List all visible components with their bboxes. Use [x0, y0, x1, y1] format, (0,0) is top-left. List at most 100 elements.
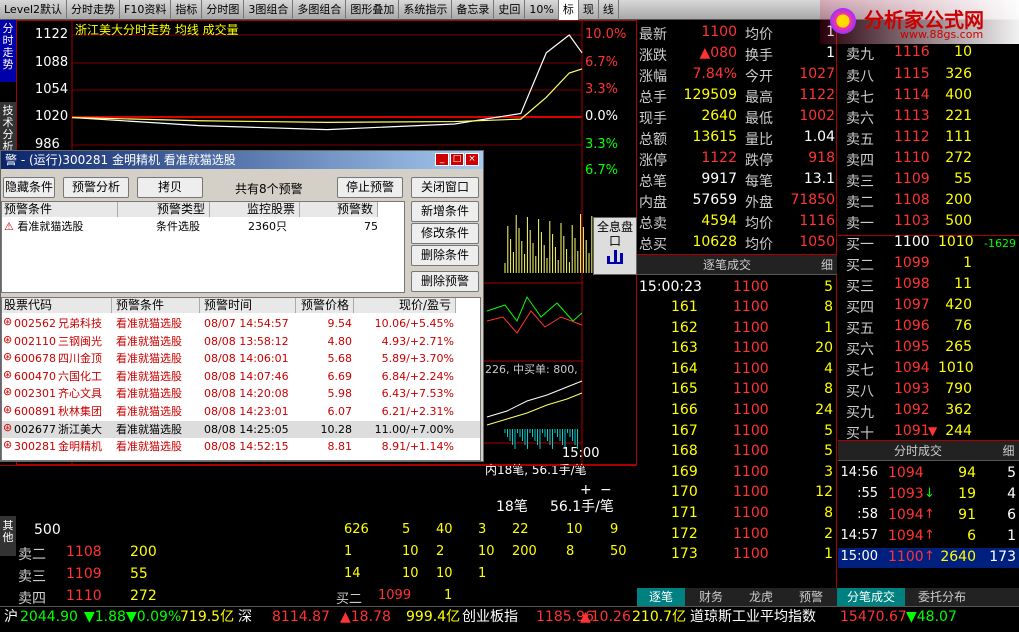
- book-label: 买五: [846, 321, 874, 337]
- toolbar-item[interactable]: 标: [558, 0, 579, 20]
- tick-header[interactable]: 逐笔成交: [637, 255, 817, 275]
- tick-seq: 164: [671, 360, 698, 377]
- column-header[interactable]: 现价/盈亏: [354, 298, 456, 313]
- toolbar-item[interactable]: 系统指示: [399, 0, 453, 20]
- book-price: 1115: [894, 66, 930, 82]
- toolbar-item[interactable]: 现: [579, 0, 599, 20]
- copy-button[interactable]: 拷贝: [137, 177, 203, 198]
- table-row[interactable]: ⊛ 600678 四川金顶 看准就猫选股 08/08 14:06:01 5.68 5.89/…: [2, 350, 480, 367]
- tick-seq: 172: [671, 525, 698, 542]
- toolbar-item[interactable]: 分时图: [202, 0, 245, 20]
- quote-value: 1050: [799, 234, 835, 250]
- column-header[interactable]: 监控股票: [210, 202, 300, 217]
- tick-panel[interactable]: 逐笔成交 细 15:00:23 1100 5 161 1100 8 162 1100 1 163 1…: [637, 254, 837, 590]
- book-price: 1109: [66, 566, 102, 582]
- tick-detail-button[interactable]: 细: [817, 255, 837, 275]
- down-arrow-icon: ↓: [924, 486, 935, 501]
- tab-intraday[interactable]: 分时走势: [0, 20, 16, 82]
- toolbar-item[interactable]: Level2默认: [0, 0, 68, 20]
- bottom-tab[interactable]: 逐笔: [637, 588, 685, 606]
- bottom-tab[interactable]: 分笔成交: [837, 588, 905, 606]
- table-row[interactable]: ⊛ 300281 金明精机 看准就猫选股 08/08 14:52:15 8.81 8.91/…: [2, 438, 480, 455]
- book-price: 1094: [894, 360, 930, 376]
- tick-seq: 163: [671, 340, 698, 357]
- column-header[interactable]: 预警价格: [296, 298, 354, 313]
- book-label: 卖八: [846, 69, 874, 85]
- minute-time: 15:00: [840, 549, 878, 564]
- bottom-tab[interactable]: 龙虎: [737, 588, 785, 606]
- book-label: 买一: [846, 237, 874, 253]
- current-price-pnl: 6.43/+7.53%: [381, 387, 454, 401]
- order-book[interactable]: 卖九 1116 10 卖八 1115 326 卖七 1114 400 卖六 1113 221 卖五 111…: [838, 20, 1019, 442]
- column-header[interactable]: 股票代码: [2, 298, 112, 313]
- add-condition-button[interactable]: 新增条件: [411, 201, 479, 222]
- hide-conditions-button[interactable]: 隐藏条件: [3, 177, 55, 198]
- minute-trades-header[interactable]: 分时成交: [838, 441, 998, 461]
- book-label: 卖三: [846, 174, 874, 190]
- book-price: 1099: [894, 255, 930, 271]
- tab-other[interactable]: 其他: [0, 516, 16, 556]
- table-row[interactable]: ⊛ 002677 浙江美大 看准就猫选股 08/08 14:25:05 10.28 11.0…: [2, 420, 480, 438]
- column-header[interactable]: 预警条件: [112, 298, 200, 313]
- minute-time: 14:56: [840, 465, 878, 480]
- bottom-tab[interactable]: 预警: [787, 588, 835, 606]
- delete-condition-button[interactable]: 删除条件: [411, 245, 479, 266]
- toolbar-item[interactable]: 史回: [494, 0, 526, 20]
- condition-name: 看准就猫选股: [17, 220, 84, 233]
- column-header[interactable]: 预警数: [300, 202, 378, 217]
- bottom-tab[interactable]: 委托分布: [907, 588, 977, 606]
- panel-button[interactable]: 全息盘口: [593, 217, 637, 275]
- book-volume: 790: [945, 381, 972, 397]
- column-header[interactable]: 预警条件: [2, 202, 118, 217]
- table-row[interactable]: ⊛ 002562 兄弟科技 看准就猫选股 08/07 14:54:57 9.54 10.06…: [2, 315, 480, 332]
- alert-analysis-button[interactable]: 预警分析: [63, 177, 129, 198]
- toolbar-item[interactable]: 分时走势: [67, 0, 121, 20]
- quote-label: 最新: [639, 27, 667, 43]
- minus-button[interactable]: −: [600, 482, 612, 498]
- close-button[interactable]: ×: [465, 153, 479, 166]
- stop-alert-button[interactable]: 停止预警: [337, 177, 403, 198]
- table-row[interactable]: ⊛ 600891 秋林集团 看准就猫选股 08/08 14:23:01 6.07 6.21/…: [2, 403, 480, 420]
- table-row[interactable]: ⊛ 600470 六国化工 看准就猫选股 08/08 14:07:46 6.69 6.84/…: [2, 368, 480, 385]
- quote-label: 内盘: [639, 195, 667, 211]
- toolbar-item[interactable]: 指标: [171, 0, 203, 20]
- toolbar-item[interactable]: 线: [599, 0, 619, 20]
- minute-detail-button[interactable]: 细: [998, 441, 1019, 461]
- book-label: 卖二: [846, 195, 874, 211]
- book-label: 买四: [846, 300, 874, 316]
- sz-change: ▲18.78: [340, 609, 391, 625]
- alert-window[interactable]: 警 - (运行)300281 金明精机 看准就猫选股 _ □ × 隐藏条件 预警…: [0, 150, 484, 462]
- toolbar-item[interactable]: 备忘录: [452, 0, 495, 20]
- toolbar-item[interactable]: 图形叠加: [346, 0, 400, 20]
- toolbar-item[interactable]: 3图组合: [244, 0, 294, 20]
- tick-seq: 166: [671, 402, 698, 418]
- cy-label: 创业板指: [462, 609, 518, 625]
- column-header[interactable]: 预警时间: [200, 298, 296, 313]
- tick-seq: 165: [671, 381, 698, 398]
- toolbar-item[interactable]: 10%: [525, 0, 559, 20]
- minute-trades-panel[interactable]: 分时成交 细 14:56 1094 94 5:55 1093 ↓ 19 4:58 1094 ↑ 91…: [838, 440, 1019, 590]
- minimize-button[interactable]: _: [435, 153, 449, 166]
- tick-volume: 8: [824, 505, 833, 521]
- maximize-button[interactable]: □: [450, 153, 464, 166]
- tick-seq: 168: [671, 443, 698, 460]
- book-price: 1096: [894, 318, 930, 334]
- bottom-tab[interactable]: 财务: [687, 588, 735, 606]
- grid-cell: 1: [478, 566, 487, 581]
- table-row[interactable]: ⊛ 002301 齐心文具 看准就猫选股 08/08 14:20:08 5.98 6.43/…: [2, 385, 480, 402]
- edit-condition-button[interactable]: 修改条件: [411, 223, 479, 244]
- tick-price: 1100: [733, 279, 769, 295]
- book-volume: 272: [945, 150, 972, 166]
- table-row[interactable]: ⚠ 看准就猫选股: [4, 218, 83, 235]
- column-header[interactable]: 预警类型: [118, 202, 210, 217]
- plus-button[interactable]: +: [580, 482, 592, 498]
- toolbar-item[interactable]: 多图组合: [293, 0, 347, 20]
- stock-code: 600891: [14, 405, 56, 418]
- tick-price: 1100: [733, 381, 769, 398]
- book-label: 卖一: [846, 216, 874, 232]
- close-window-button[interactable]: 关闭窗口: [411, 177, 479, 198]
- toolbar-item[interactable]: F10资料: [120, 0, 172, 20]
- delete-alert-button[interactable]: 删除预警: [411, 271, 479, 292]
- table-row[interactable]: ⊛ 002110 三钢闽光 看准就猫选股 08/08 13:58:12 4.80 4.93/…: [2, 333, 480, 350]
- quote-value: 13615: [692, 129, 737, 145]
